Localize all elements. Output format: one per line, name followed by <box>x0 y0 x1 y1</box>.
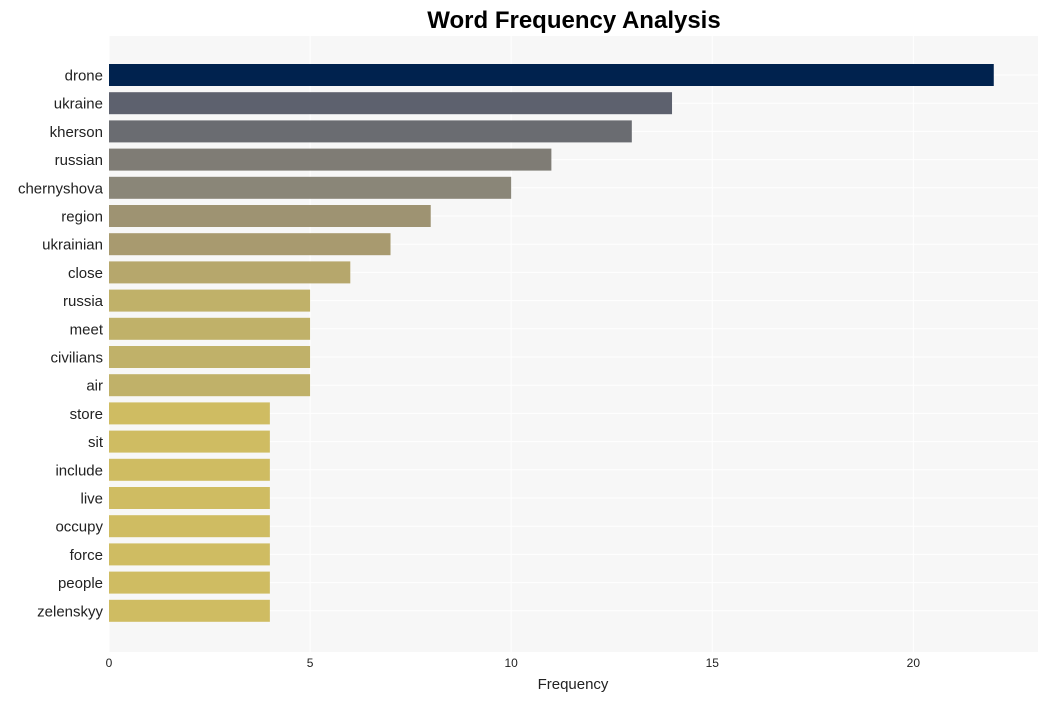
x-tick-label: 5 <box>307 656 314 670</box>
y-tick-label: russian <box>55 152 103 169</box>
y-tick-label: civilians <box>50 350 103 367</box>
y-tick-label: occupy <box>55 519 103 536</box>
y-tick-label: kherson <box>50 124 103 141</box>
bar-include <box>109 458 270 481</box>
y-tick-label: ukraine <box>54 96 103 113</box>
bar-chernyshova <box>109 176 512 199</box>
y-tick-label: zelenskyy <box>37 603 103 620</box>
bar-ukrainian <box>109 233 391 256</box>
y-tick-label: russia <box>63 293 104 310</box>
y-tick-label: close <box>68 265 103 282</box>
bar-zelenskyy <box>109 599 270 622</box>
y-tick-label: region <box>61 209 103 226</box>
y-tick-label: people <box>58 575 103 592</box>
y-tick-label: force <box>70 547 103 564</box>
y-tick-label: ukrainian <box>42 237 103 254</box>
bar-russian <box>109 148 552 171</box>
chart: Word Frequency Analysis drone ukraine kher… <box>18 7 1038 693</box>
bar-ukraine <box>109 92 673 115</box>
y-tick-label: air <box>86 378 103 395</box>
bar-russia <box>109 289 311 312</box>
bar-meet <box>109 317 311 340</box>
bar-drone <box>109 64 994 86</box>
bar-sit <box>109 430 270 453</box>
x-tick-label: 20 <box>907 656 921 670</box>
bar-occupy <box>109 515 270 538</box>
bar-force <box>109 543 270 566</box>
x-axis-label: Frequency <box>538 676 609 693</box>
bar-kherson <box>109 120 632 143</box>
y-tick-label: drone <box>65 68 103 85</box>
y-tick-label: live <box>80 491 103 508</box>
y-tick-label: include <box>55 462 103 479</box>
x-tick-label: 15 <box>706 656 720 670</box>
x-tick-label: 10 <box>504 656 518 670</box>
bar-region <box>109 205 431 227</box>
bar-people <box>109 571 270 594</box>
bar-close <box>109 261 351 284</box>
x-tick-label: 0 <box>106 656 113 670</box>
bar-live <box>109 487 270 509</box>
bar-civilians <box>109 346 311 368</box>
y-tick-label: store <box>70 406 103 423</box>
y-tick-label: meet <box>70 321 104 338</box>
bar-store <box>109 402 270 425</box>
y-tick-labels: drone ukraine kherson russian chernyshova reg… <box>18 68 104 621</box>
x-tick-labels: 0 5 10 15 20 <box>106 656 921 670</box>
chart-title: Word Frequency Analysis <box>427 7 720 34</box>
y-tick-label: chernyshova <box>18 180 104 197</box>
y-tick-label: sit <box>88 434 104 451</box>
bar-air <box>109 374 311 397</box>
